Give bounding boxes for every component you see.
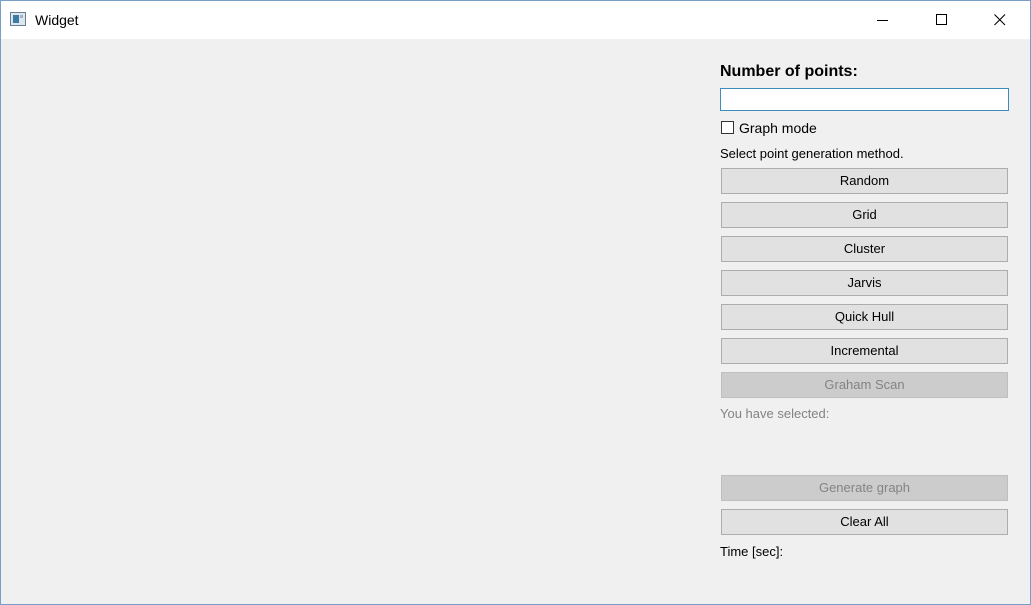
graham-scan-button[interactable]: Graham Scan	[721, 372, 1008, 398]
time-label: Time [sec]:	[720, 544, 784, 559]
graph-mode-label: Graph mode	[739, 120, 817, 136]
drawing-canvas[interactable]	[2, 39, 702, 604]
minimize-button[interactable]	[854, 1, 912, 39]
window-title: Widget	[35, 12, 79, 28]
incremental-button[interactable]: Incremental	[721, 338, 1008, 364]
close-button[interactable]	[971, 1, 1029, 39]
jarvis-button[interactable]: Jarvis	[721, 270, 1008, 296]
cluster-button[interactable]: Cluster	[721, 236, 1008, 262]
points-heading: Number of points:	[720, 63, 858, 80]
selected-method-label: You have selected:	[720, 406, 830, 421]
graph-mode-checkbox[interactable]	[721, 121, 734, 134]
close-icon	[994, 14, 1006, 26]
app-window-icon	[10, 12, 26, 26]
number-of-points-input[interactable]	[720, 88, 1009, 111]
minimize-icon	[877, 20, 888, 21]
title-bar[interactable]: Widget	[1, 1, 1030, 39]
maximize-button[interactable]	[913, 1, 971, 39]
quick-hull-button[interactable]: Quick Hull	[721, 304, 1008, 330]
main-window: Widget Number of points: Graph mode Sele…	[0, 0, 1031, 605]
clear-all-button[interactable]: Clear All	[721, 509, 1008, 535]
select-method-label: Select point generation method.	[720, 146, 904, 161]
maximize-icon	[936, 14, 947, 25]
grid-button[interactable]: Grid	[721, 202, 1008, 228]
generate-graph-button[interactable]: Generate graph	[721, 475, 1008, 501]
random-button[interactable]: Random	[721, 168, 1008, 194]
